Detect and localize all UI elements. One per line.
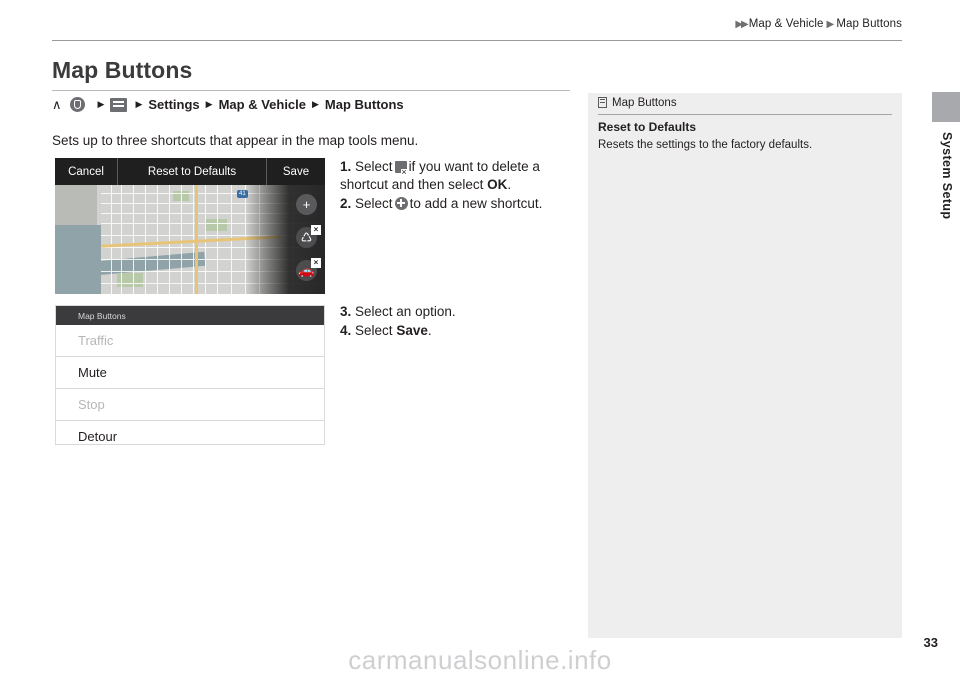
breadcrumb-item-map-vehicle: Map & Vehicle: [748, 18, 824, 30]
step-2: 2. Select to add a new shortcut.: [340, 195, 572, 213]
delete-shortcut-3-icon[interactable]: ×: [311, 258, 321, 268]
map-buttons-list-screenshot: Map Buttons ⬇ Traffic Mute Stop Detour: [55, 305, 325, 445]
map-screenshot: Cancel Reset to Defaults Save 41 + ♺ × 🚗…: [55, 158, 325, 294]
path-arrow-icon: ▶: [135, 99, 143, 109]
step-3-number: 3.: [340, 304, 352, 319]
note-book-icon: [598, 97, 607, 108]
map-street: [111, 185, 112, 294]
page-title: Map Buttons: [52, 57, 193, 83]
list-item[interactable]: Mute: [56, 357, 324, 389]
steering-wheel-icon: ∧: [52, 97, 62, 112]
step-2-post: to add a new shortcut.: [409, 195, 543, 211]
map-park-area: [205, 219, 227, 231]
page-number: 33: [923, 635, 938, 650]
map-highway: [195, 185, 198, 294]
cancel-button[interactable]: Cancel: [55, 158, 118, 185]
breadcrumb-separator-icon: ▶: [826, 19, 835, 30]
breadcrumb-arrow-icon: ▶▶: [735, 19, 748, 30]
map-water-layer: [55, 225, 101, 294]
reset-to-defaults-button[interactable]: Reset to Defaults: [118, 158, 267, 185]
header-breadcrumb: ▶▶ Map & Vehicle ▶ Map Buttons: [735, 18, 902, 30]
step-1-ok: OK: [487, 176, 508, 192]
side-note-title: Map Buttons: [612, 96, 677, 109]
step-1-pre: Select: [355, 159, 393, 174]
map-street: [145, 185, 146, 294]
step-3: 3. Select an option.: [340, 303, 572, 321]
delete-shortcut-2-icon[interactable]: ×: [311, 225, 321, 235]
step-4-save: Save: [396, 322, 428, 338]
intro-paragraph: Sets up to three shortcuts that appear i…: [52, 133, 419, 148]
step-3-text: Select an option.: [355, 304, 456, 319]
step-4-pre: Select: [355, 322, 393, 338]
path-label-map-vehicle: Map & Vehicle: [218, 97, 306, 112]
navigation-path: ∧ ▶ ▶ Settings ▶ Map & Vehicle ▶ Map But…: [52, 97, 404, 112]
settings-menu-icon: [110, 97, 128, 112]
map-street: [169, 185, 170, 294]
save-button[interactable]: Save: [267, 158, 325, 185]
step-2-pre: Select: [355, 195, 393, 211]
step-4-end: .: [427, 322, 432, 338]
home-button-icon: [69, 97, 85, 112]
side-note-panel: Map Buttons Reset to Defaults Resets the…: [588, 93, 902, 638]
title-divider: [52, 90, 570, 91]
list-header-title: Map Buttons: [56, 306, 324, 325]
breadcrumb-item-map-buttons: Map Buttons: [836, 18, 902, 30]
side-note-subtitle: Reset to Defaults: [598, 120, 697, 134]
path-label-settings: Settings: [148, 97, 200, 112]
map-top-toolbar: Cancel Reset to Defaults Save: [55, 158, 325, 185]
list-item[interactable]: Detour: [56, 421, 324, 444]
steps-top: 1. Selectif you want to delete a shortcu…: [340, 158, 572, 213]
step-4: 4. Select Save.: [340, 322, 572, 340]
watermark: carmanualsonline.info: [348, 645, 612, 675]
path-arrow-icon: ▶: [205, 99, 213, 109]
side-note-body: Resets the settings to the factory defau…: [598, 139, 813, 151]
section-tab-marker: [932, 92, 960, 122]
section-tab-label: System Setup: [940, 132, 954, 220]
header-divider: [52, 40, 902, 41]
list-item[interactable]: Traffic: [56, 325, 324, 357]
list-item[interactable]: Stop: [56, 389, 324, 421]
delete-shortcut-icon: [394, 161, 408, 176]
list-rows: Traffic Mute Stop Detour: [56, 325, 324, 444]
path-label-map-buttons: Map Buttons: [324, 97, 404, 112]
steps-bottom: 3. Select an option. 4. Select Save.: [340, 303, 572, 341]
path-arrow-icon: ▶: [312, 99, 319, 109]
step-2-number: 2.: [340, 195, 352, 211]
map-street: [157, 185, 158, 294]
map-canvas[interactable]: 41 + ♺ × 🚗 ×: [55, 185, 325, 294]
path-arrow-icon: ▶: [97, 99, 105, 109]
side-note-header: Map Buttons: [588, 93, 902, 112]
step-1: 1. Selectif you want to delete a shortcu…: [340, 158, 572, 194]
side-note-divider: [598, 114, 892, 115]
map-street: [133, 185, 134, 294]
add-shortcut-icon: [394, 196, 408, 210]
step-1-number: 1.: [340, 159, 352, 174]
step-4-number: 4.: [340, 322, 352, 338]
step-1-end: .: [507, 176, 512, 192]
zoom-in-button[interactable]: +: [296, 194, 317, 215]
map-street: [121, 185, 122, 294]
